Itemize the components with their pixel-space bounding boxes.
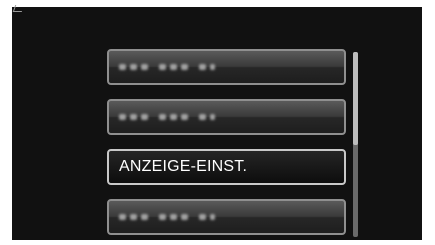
blurred-label [119, 64, 215, 70]
menu-item-2[interactable] [107, 99, 346, 135]
scrollbar-thumb[interactable] [353, 52, 358, 145]
scrollbar-track[interactable] [353, 52, 358, 237]
blurred-label [119, 214, 215, 220]
menu-item-1[interactable] [107, 49, 346, 85]
corner-mark-icon [12, 5, 25, 12]
menu-item-label: ANZEIGE-EINST. [119, 158, 248, 175]
menu-item-display-settings[interactable]: ANZEIGE-EINST. [107, 149, 346, 185]
menu-item-4[interactable] [107, 199, 346, 235]
camera-menu-screen: ANZEIGE-EINST. [12, 5, 422, 240]
blurred-label [119, 114, 215, 120]
